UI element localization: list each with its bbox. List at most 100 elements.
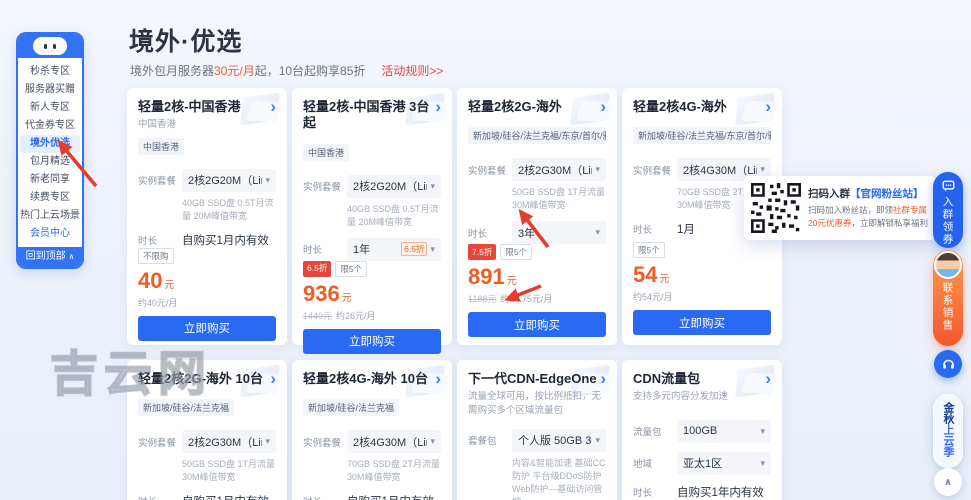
duration-label: 时长 <box>138 494 182 500</box>
spec-select[interactable]: 2核2G20M（Linu... ▾ <box>347 174 441 198</box>
qr-popup-title: 扫码入群【官网粉丝站】 <box>808 186 929 201</box>
limit-badge: 限5个 <box>633 242 665 258</box>
spec-select[interactable]: 2核2G30M（Linu... ▾ <box>182 430 276 454</box>
sidebar-item-monthly[interactable]: 包月精选 <box>20 153 80 171</box>
package-select[interactable]: 个人版 50GB 300... ▾ <box>512 428 606 452</box>
join-group-button[interactable]: 入群领券 <box>933 172 963 248</box>
qr-join-popup: 扫码入群【官网粉丝站】 扫码加入粉丝站，即领社群专属20元优惠券，立即解锁私享福… <box>744 176 936 240</box>
chevron-right-icon[interactable]: › <box>270 370 276 387</box>
buy-button[interactable]: 立即购买 <box>303 328 441 354</box>
price-unit: 元 <box>164 279 175 291</box>
caret-down-icon: ▾ <box>430 180 435 191</box>
duration-label: 时长 <box>303 245 323 257</box>
sales-avatar <box>934 251 962 279</box>
traffic-select[interactable]: 100GB ▾ <box>677 419 771 443</box>
autumn-campaign-button[interactable]: 金秋 上云季 <box>933 394 963 468</box>
qr-title-brand: 【官网粉丝站】 <box>850 188 924 201</box>
page-title: 境外·优选 <box>129 28 243 56</box>
contact-sales-button[interactable]: 联系销售 <box>933 250 963 346</box>
spec-label: 实例套餐 <box>633 165 672 177</box>
activity-rules-link[interactable]: 活动规则>> <box>381 64 443 78</box>
caret-down-icon: ▾ <box>595 434 600 445</box>
campaign-label-bottom: 上云季 <box>942 424 954 457</box>
card-title: 轻量2核2G-海外 10台 <box>138 371 263 386</box>
mascot-eye-icon <box>44 44 47 49</box>
card-title: CDN流量包 <box>633 371 701 386</box>
sidebar-item-renewal[interactable]: 续费专区 <box>20 189 80 207</box>
region-select[interactable]: 亚太1区 ▾ <box>677 451 771 475</box>
caret-down-icon: ▾ <box>265 436 270 447</box>
subtitle-text: 起，10台起购享85折 <box>254 64 366 78</box>
buy-button[interactable]: 立即购买 <box>468 312 606 338</box>
region-tag: 中国香港 <box>303 143 350 161</box>
price-value: 54 <box>633 262 658 287</box>
region-label: 地域 <box>633 459 653 471</box>
monthly-price: 约40元/月 <box>138 297 178 308</box>
chevron-right-icon[interactable]: › <box>270 98 276 115</box>
limit-badge: 不限购 <box>138 247 174 264</box>
monthly-price: 约54元/月 <box>633 292 673 302</box>
chevron-right-icon[interactable]: › <box>600 98 606 115</box>
duration-select[interactable]: 1年 6.5折 ▾ <box>347 237 441 261</box>
spec-description: 50GB SSD盘 1T月流量 30M峰值带宽 <box>512 187 606 211</box>
chevron-right-icon[interactable]: › <box>765 370 771 387</box>
region-tag: 中国香港 <box>138 137 185 155</box>
sidebar-item-server-gift[interactable]: 服务器买赠 <box>20 81 80 99</box>
card-subtitle: 中国香港 <box>138 119 177 131</box>
duration-value: 1月 <box>677 224 695 237</box>
duration-select[interactable]: 3年 ▾ <box>512 221 606 245</box>
duration-value: 自购买1月内有效 <box>182 234 269 247</box>
product-card-2g-overseas: 轻量2核2G-海外 › 新加坡/硅谷/法兰克福/东京/首尔/雅加达 实例套餐 2… <box>457 88 617 345</box>
spec-select[interactable]: 2核4G30M（Linu... ▾ <box>347 430 441 454</box>
spec-description: 50GB SSD盘 1T月流量 30M峰值带宽 <box>182 459 276 483</box>
spec-description: 40GB SSD盘 0.5T月流量 20M峰值带宽 <box>182 197 274 221</box>
sidebar-item-overseas[interactable]: 境外优选 <box>20 135 80 153</box>
traffic-value: 100GB <box>683 425 718 438</box>
spec-select[interactable]: 2核2G30M（Linu... ▾ <box>512 158 606 182</box>
sidebar-item-new-user[interactable]: 新人专区 <box>20 99 80 117</box>
up-arrow-icon: ∧ <box>943 476 953 488</box>
back-to-top-button[interactable]: 回到顶部 ∧ <box>18 247 82 267</box>
caret-down-icon: ▾ <box>760 164 765 175</box>
spec-label: 实例套餐 <box>138 176 177 188</box>
sidebar-list: 秒杀专区 服务器买赠 新人专区 代金券专区 境外优选 包月精选 新老同享 续费专… <box>18 58 82 247</box>
sidebar-item-seckill[interactable]: 秒杀专区 <box>20 63 80 81</box>
campaign-label-top: 金秋 <box>942 402 954 424</box>
price-value: 40 <box>138 267 163 293</box>
sidebar-item-new-old[interactable]: 新老同享 <box>20 171 80 189</box>
spec-description: 40GB SSD盘 0.5T月流量 20M峰值带宽 <box>347 203 439 227</box>
cards-row-2: 轻量2核2G-海外 10台 › 新加坡/硅谷/法兰克福 实例套餐 2核2G30M… <box>127 360 782 500</box>
qr-popup-body: 扫码加入粉丝站，即领社群专属20元优惠券，立即解锁私享福利 <box>808 204 929 230</box>
duration-value: 1年 <box>353 244 371 257</box>
price-value: 936 <box>303 280 340 306</box>
caret-down-icon: ▾ <box>595 164 600 175</box>
sidebar-item-member-center[interactable]: 会员中心 <box>20 225 80 243</box>
subtitle-price-highlight: 30元/月 <box>214 64 255 78</box>
buy-button[interactable]: 立即购买 <box>633 310 771 335</box>
scroll-top-button[interactable]: ∧ <box>934 468 962 496</box>
support-headset-button[interactable] <box>934 350 962 378</box>
chat-bubble-icon <box>942 180 954 192</box>
region-value: 亚太1区 <box>683 458 723 471</box>
page-subtitle: 境外包月服务器30元/月起，10台起购享85折 活动规则>> <box>130 62 443 79</box>
sidebar-item-voucher[interactable]: 代金券专区 <box>20 117 80 135</box>
sidebar-item-hot-scenes[interactable]: 热门上云场景 <box>20 207 80 225</box>
duration-discount-chip: 6.5折 <box>401 242 428 257</box>
product-card-cdn-pack: CDN流量包 › 支持多元内容分发加速 流量包 100GB ▾ 地域 亚太1区 … <box>622 360 782 500</box>
price-unit: 元 <box>659 274 670 285</box>
duration-label: 时长 <box>633 225 653 237</box>
spec-value: 2核2G30M（Linu... <box>188 436 262 449</box>
region-tag: 新加坡/硅谷/法兰克福/东京/首尔/雅加达 <box>468 127 606 145</box>
card-title: 轻量2核4G-海外 <box>633 99 727 114</box>
card-title: 轻量2核-中国香港 3台起 <box>303 99 430 131</box>
mascot-eye-icon <box>53 44 56 49</box>
duration-value: 自购买1月内有效 <box>182 493 269 500</box>
chevron-right-icon[interactable]: › <box>435 370 441 387</box>
price-value: 891 <box>468 264 505 290</box>
chevron-right-icon[interactable]: › <box>765 98 771 115</box>
spec-description: 70GB SSD盘 2T月流量 30M峰值带宽 <box>347 459 441 483</box>
buy-button[interactable]: 立即购买 <box>138 315 276 341</box>
spec-select[interactable]: 2核2G20M（Linu... ▾ <box>182 168 276 192</box>
chevron-right-icon[interactable]: › <box>600 370 606 387</box>
chevron-right-icon[interactable]: › <box>435 98 441 115</box>
